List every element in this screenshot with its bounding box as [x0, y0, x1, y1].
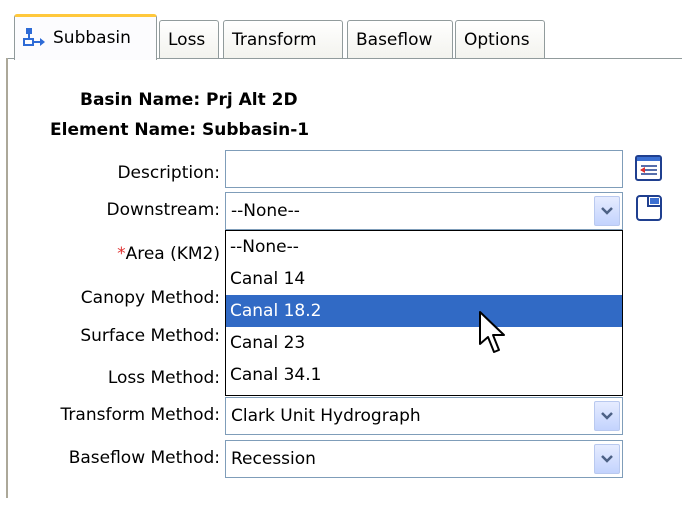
area-label: *Area (KM2) — [117, 244, 220, 264]
transform-method-select[interactable]: Clark Unit Hydrograph — [225, 397, 623, 435]
loss-method-label: Loss Method: — [107, 368, 220, 388]
tab-loss[interactable]: Loss — [159, 20, 219, 58]
downstream-value: --None-- — [231, 201, 300, 221]
list-item-selected[interactable]: Canal 18.2 — [226, 295, 622, 327]
description-label: Description: — [117, 163, 220, 183]
baseflow-method-select[interactable]: Recession — [225, 440, 623, 478]
baseflow-method-value: Recession — [231, 449, 316, 469]
chevron-down-icon[interactable] — [594, 196, 620, 226]
basin-name: Basin Name: Prj Alt 2D — [80, 90, 298, 110]
surface-method-label: Surface Method: — [80, 326, 220, 346]
tab-transform[interactable]: Transform — [223, 20, 343, 58]
chevron-down-icon[interactable] — [594, 444, 620, 474]
tab-label: Options — [464, 29, 530, 50]
downstream-label: Downstream: — [106, 200, 220, 220]
description-field[interactable] — [225, 150, 623, 188]
transform-method-value: Clark Unit Hydrograph — [231, 406, 421, 426]
chevron-down-icon[interactable] — [594, 401, 620, 431]
list-item[interactable]: Canal 34.1 — [226, 359, 622, 391]
element-name: Element Name: Subbasin-1 — [50, 120, 310, 140]
list-item[interactable]: Canal 23 — [226, 327, 622, 359]
list-item[interactable]: Canal 14 — [226, 263, 622, 295]
tab-label: Baseflow — [356, 29, 433, 50]
tab-label: Loss — [168, 29, 206, 50]
downstream-select[interactable]: --None-- — [225, 192, 623, 230]
tab-label: Subbasin — [53, 27, 131, 48]
description-editor-icon[interactable] — [634, 153, 664, 183]
panel-left-border — [6, 58, 8, 498]
list-item[interactable]: --None-- — [226, 231, 622, 263]
tab-baseflow[interactable]: Baseflow — [347, 20, 453, 58]
mouse-cursor-icon — [479, 311, 505, 353]
canopy-method-label: Canopy Method: — [80, 288, 220, 308]
tab-label: Transform — [232, 29, 317, 50]
required-mark: * — [117, 244, 126, 264]
subbasin-icon — [23, 27, 45, 46]
downstream-dropdown-list: --None-- Canal 14 Canal 18.2 Canal 23 Ca… — [225, 230, 623, 396]
select-element-icon[interactable] — [634, 193, 664, 223]
transform-method-label: Transform Method: — [60, 405, 220, 425]
subbasin-editor: Subbasin Loss Transform Baseflow Options… — [0, 0, 682, 516]
tab-options[interactable]: Options — [455, 20, 545, 58]
tab-subbasin[interactable]: Subbasin — [14, 14, 157, 60]
baseflow-method-label: Baseflow Method: — [68, 448, 220, 468]
